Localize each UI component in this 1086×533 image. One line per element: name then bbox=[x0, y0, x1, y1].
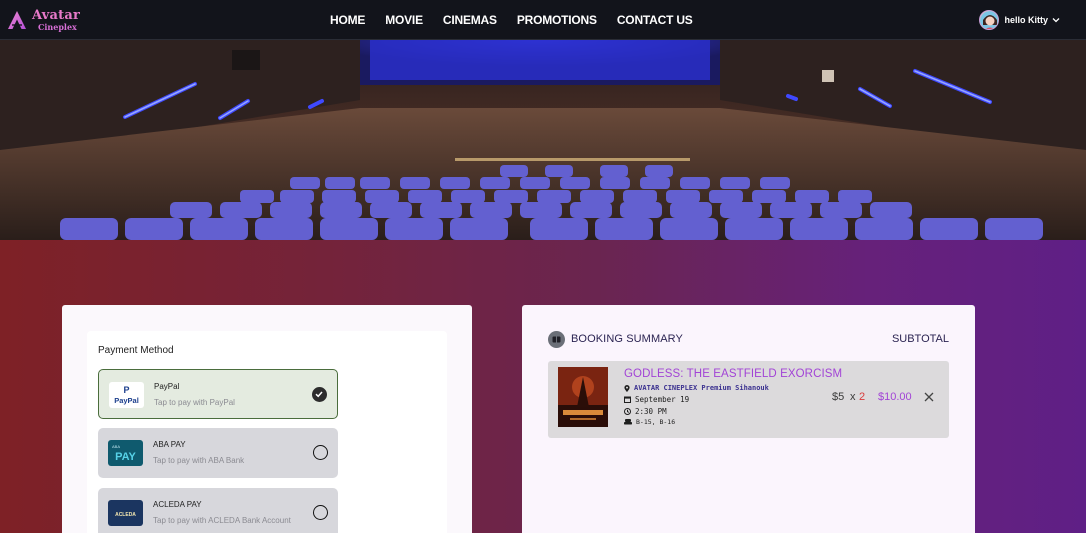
check-icon bbox=[315, 391, 323, 398]
ticket-price: $5 bbox=[832, 391, 845, 403]
avatar bbox=[979, 10, 1000, 30]
booking-summary-card: BOOKING SUMMARY SUBTOTAL GODLESS: THE EA… bbox=[522, 305, 975, 533]
movie-title: GODLESS: THE EASTFIELD EXORCISM bbox=[624, 368, 843, 380]
method-desc: Tap to pay with ACLEDA Bank Account bbox=[153, 516, 291, 525]
paypal-logo-text: PayPal bbox=[114, 396, 139, 405]
nav-cinemas[interactable]: CINEMAS bbox=[443, 13, 497, 27]
multiply-sign: x bbox=[850, 391, 856, 403]
aba-pay-logo-icon: ABA PAY bbox=[108, 440, 143, 466]
logo-a-icon bbox=[8, 11, 26, 29]
method-name: ACLEDA PAY bbox=[153, 500, 202, 509]
checkout-section: Payment Method P PayPal PayPal Tap to pa… bbox=[0, 240, 1086, 533]
cinema-name: AVATAR CINEPLEX Premium Sihanouk bbox=[634, 384, 769, 392]
brand-logo[interactable]: Avatar Cineplex bbox=[6, 6, 86, 34]
movie-poster bbox=[558, 367, 608, 427]
show-time: 2:30 PM bbox=[635, 407, 667, 416]
method-name: ABA PAY bbox=[153, 440, 186, 449]
item-total: $10.00 bbox=[878, 391, 912, 403]
cinema-row: AVATAR CINEPLEX Premium Sihanouk bbox=[624, 384, 769, 392]
ticket-icon bbox=[548, 331, 565, 348]
payment-option-paypal[interactable]: P PayPal PayPal Tap to pay with PayPal bbox=[98, 369, 338, 419]
nav-promotions[interactable]: PROMOTIONS bbox=[517, 13, 597, 27]
seat-icon bbox=[624, 419, 632, 425]
method-desc: Tap to pay with ABA Bank bbox=[153, 456, 245, 465]
seat-numbers: B-15, B-16 bbox=[636, 418, 676, 426]
clock-icon bbox=[624, 408, 631, 415]
nav-contact-us[interactable]: CONTACT US bbox=[617, 13, 693, 27]
acleda-logo-text: ACLEDA bbox=[115, 512, 136, 518]
aba-logo-small: ABA bbox=[112, 444, 120, 449]
radio-checked[interactable] bbox=[312, 387, 327, 402]
payment-card: Payment Method P PayPal PayPal Tap to pa… bbox=[62, 305, 472, 533]
payment-method-panel: Payment Method P PayPal PayPal Tap to pa… bbox=[87, 331, 447, 533]
payment-option-acleda[interactable]: ACLEDA ACLEDA PAY Tap to pay with ACLEDA… bbox=[98, 488, 338, 533]
subtotal-label: SUBTOTAL bbox=[891, 333, 949, 345]
payment-method-title: Payment Method bbox=[98, 345, 174, 356]
paypal-logo-icon: P PayPal bbox=[109, 382, 144, 408]
booking-summary-title: BOOKING SUMMARY bbox=[571, 333, 683, 345]
aba-logo-text: PAY bbox=[115, 451, 136, 463]
acleda-logo-icon: ACLEDA bbox=[108, 500, 143, 526]
date-row: September 19 bbox=[624, 395, 689, 404]
method-desc: Tap to pay with PayPal bbox=[154, 398, 235, 407]
brand-name: Avatar bbox=[32, 8, 81, 23]
seats-row: B-15, B-16 bbox=[624, 418, 675, 426]
payment-option-aba[interactable]: ABA PAY ABA PAY Tap to pay with ABA Bank bbox=[98, 428, 338, 478]
show-date: September 19 bbox=[635, 395, 690, 404]
calendar-icon bbox=[624, 396, 631, 403]
user-greeting: hello Kitty bbox=[1004, 15, 1048, 25]
booking-item: GODLESS: THE EASTFIELD EXORCISM AVATAR C… bbox=[548, 361, 949, 438]
hero-cinema-image bbox=[0, 40, 1086, 240]
radio-unchecked[interactable] bbox=[313, 445, 328, 460]
nav-movie[interactable]: MOVIE bbox=[385, 13, 423, 27]
user-menu[interactable]: hello Kitty bbox=[979, 10, 1060, 30]
main-nav: HOME MOVIE CINEMAS PROMOTIONS CONTACT US bbox=[330, 0, 713, 40]
brand-sub: Cineplex bbox=[38, 22, 77, 32]
ticket-quantity: 2 bbox=[859, 391, 866, 403]
method-name: PayPal bbox=[154, 382, 180, 391]
chevron-down-icon bbox=[1052, 18, 1060, 23]
top-navbar: Avatar Cineplex HOME MOVIE CINEMAS PROMO… bbox=[0, 0, 1086, 40]
radio-unchecked[interactable] bbox=[313, 505, 328, 520]
svg-text:P: P bbox=[123, 385, 129, 395]
nav-home[interactable]: HOME bbox=[330, 13, 365, 27]
location-pin-icon bbox=[624, 384, 630, 392]
close-icon[interactable] bbox=[923, 391, 935, 403]
time-row: 2:30 PM bbox=[624, 407, 667, 416]
